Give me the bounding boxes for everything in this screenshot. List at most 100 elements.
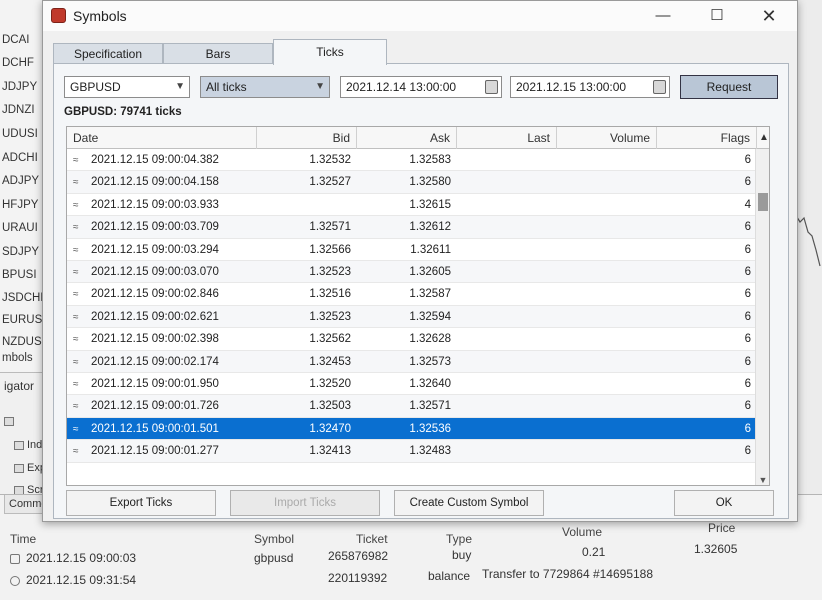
market-watch-item[interactable]: ADJPY	[2, 175, 46, 187]
tick-wave-icon: ≈	[73, 244, 79, 256]
table-row[interactable]: ≈2021.12.15 09:00:02.621 1.32523 1.32594 6	[67, 305, 757, 329]
date-to-input[interactable]: 2021.12.15 13:00:00	[510, 76, 670, 98]
close-icon[interactable]: ✕	[755, 5, 783, 27]
column-header-ask[interactable]: Ask	[357, 127, 457, 149]
calendar-icon[interactable]	[485, 80, 498, 94]
cell-flags: 6	[657, 328, 757, 350]
table-row[interactable]: ≈2021.12.15 09:00:01.501 1.32470 1.32536 6	[67, 417, 757, 441]
market-watch-item[interactable]: JDNZI	[2, 104, 46, 116]
table-row[interactable]: ≈2021.12.15 09:00:01.950 1.32520 1.32640 6	[67, 373, 757, 396]
cell-bid-value: 1.32532	[309, 154, 351, 166]
column-header-ticket[interactable]: Ticket	[356, 532, 388, 546]
column-header-volume[interactable]: Volume	[562, 525, 602, 539]
cell-flags: 6	[657, 149, 757, 171]
market-watch-item[interactable]: EURUSD	[2, 314, 46, 326]
market-watch-item[interactable]: URAUI	[2, 222, 46, 234]
row-time-text: 2021.12.15 09:31:54	[26, 573, 137, 587]
market-watch-item[interactable]: UDUSI	[2, 128, 46, 140]
market-watch-item[interactable]: NZDUSI	[2, 336, 46, 348]
table-row[interactable]: ≈2021.12.15 09:00:02.846 1.32516 1.32587 6	[67, 283, 757, 306]
tick-wave-icon: ≈	[73, 379, 79, 390]
cell-bid-value: 1.32523	[309, 310, 351, 323]
market-watch-item[interactable]: SDJPY	[2, 246, 46, 258]
tick-wave-icon: ≈	[73, 401, 79, 413]
date-from-value: 2021.12.14 13:00:00	[346, 80, 457, 94]
cell-flags: 6	[657, 171, 757, 193]
column-header-time[interactable]: Time	[10, 532, 36, 546]
column-header-last[interactable]: Last	[457, 127, 557, 149]
column-header-symbol[interactable]: Symbol	[254, 532, 294, 546]
cell-flags-value: 6	[744, 288, 751, 301]
cell-ask: 1.32612	[357, 216, 457, 238]
cell-flags: 6	[657, 216, 757, 238]
table-row[interactable]: ≈2021.12.15 09:00:04.158 1.32527 1.32580 6	[67, 171, 757, 194]
row-ticket: 265876982	[328, 549, 389, 563]
cell-flags-value: 6	[744, 176, 751, 189]
row-price: 1.32605	[694, 542, 738, 556]
tick-wave-icon: ≈	[73, 155, 79, 166]
navigator-item-indicators[interactable]: Indi	[14, 439, 45, 451]
import-ticks-button[interactable]: Import Ticks	[230, 490, 380, 516]
cell-flags-value: 6	[744, 445, 751, 458]
table-row[interactable]: ≈2021.12.15 09:00:02.398 1.32562 1.32628 6	[67, 328, 757, 351]
market-watch-tab[interactable]: mbols	[2, 352, 46, 364]
table-row[interactable]: ≈2021.12.15 09:00:03.709 1.32571 1.32612 6	[67, 216, 757, 239]
scroll-up-icon[interactable]: ▲	[757, 127, 769, 149]
cell-date: ≈2021.12.15 09:00:03.933	[67, 194, 257, 216]
column-header-bid[interactable]: Bid	[257, 127, 357, 149]
ticks-count-label: GBPUSD: 79741 ticks	[64, 106, 182, 118]
vertical-scrollbar[interactable]: ▼	[755, 149, 769, 485]
cell-date-value: 2021.12.15 09:00:04.158	[91, 176, 219, 189]
cell-flags: 6	[657, 306, 757, 328]
market-watch-item[interactable]: ADCHI	[2, 152, 46, 164]
cell-bid: 1.32453	[257, 351, 357, 373]
tab-bars[interactable]: Bars	[163, 43, 273, 65]
scroll-down-icon[interactable]: ▼	[757, 475, 769, 485]
cell-ask-value: 1.32580	[409, 176, 451, 189]
calendar-icon[interactable]	[653, 80, 666, 94]
cell-flags-value: 6	[744, 355, 751, 368]
market-watch-item[interactable]: DCAI	[2, 34, 46, 46]
balance-icon	[10, 575, 20, 586]
table-row[interactable]: ≈2021.12.15 09:00:03.070 1.32523 1.32605 6	[67, 261, 757, 284]
table-row[interactable]: ≈2021.12.15 09:00:03.294 1.32566 1.32611 6	[67, 239, 757, 261]
ok-button[interactable]: OK	[674, 490, 774, 516]
navigator-tree-icon[interactable]	[4, 415, 17, 427]
column-header-date[interactable]: Date	[67, 127, 257, 149]
symbol-select[interactable]: GBPUSD ▼	[64, 76, 190, 98]
cell-ask: 1.32605	[357, 261, 457, 283]
tab-ticks[interactable]: Ticks	[273, 39, 387, 65]
market-watch-item[interactable]: HFJPY	[2, 199, 46, 211]
column-header-flags[interactable]: Flags	[657, 127, 757, 149]
column-header-volume[interactable]: Volume	[557, 127, 657, 149]
date-from-input[interactable]: 2021.12.14 13:00:00	[340, 76, 502, 98]
market-watch-item[interactable]: DCHF	[2, 57, 46, 69]
maximize-icon[interactable]: ☐	[703, 5, 731, 27]
tab-specification[interactable]: Specification	[53, 43, 163, 65]
market-watch-item[interactable]: JDJPY	[2, 81, 46, 93]
tick-filter-select[interactable]: All ticks ▼	[200, 76, 330, 98]
table-row[interactable]: ≈2021.12.15 09:00:01.277 1.32413 1.32483 6	[67, 440, 757, 463]
scrollbar-thumb[interactable]	[758, 193, 768, 211]
cell-date: ≈2021.12.15 09:00:02.621	[67, 306, 257, 328]
market-watch-item[interactable]: BPUSI	[2, 269, 46, 281]
table-row[interactable]: ≈2021.12.15 09:00:03.933 1.32615 4	[67, 194, 757, 217]
cell-bid-value: 1.32453	[309, 355, 351, 368]
cell-ask: 1.32628	[357, 328, 457, 350]
column-header-type[interactable]: Type	[446, 532, 472, 546]
cell-date-value: 2021.12.15 09:00:02.846	[91, 288, 219, 301]
cell-ask: 1.32571	[357, 395, 457, 417]
column-header-price[interactable]: Price	[708, 521, 735, 535]
table-row[interactable]: ≈2021.12.15 09:00:04.382 1.32532 1.32583 6	[67, 149, 757, 172]
dialog-titlebar[interactable]: Symbols — ☐ ✕	[43, 1, 797, 31]
export-ticks-button[interactable]: Export Ticks	[66, 490, 216, 516]
minimize-icon[interactable]: —	[649, 5, 677, 27]
request-button[interactable]: Request	[680, 75, 778, 99]
create-custom-symbol-button[interactable]: Create Custom Symbol	[394, 490, 544, 516]
market-watch-item[interactable]: JSDCHF	[2, 292, 46, 304]
cell-flags: 6	[657, 395, 757, 417]
table-row[interactable]: ≈2021.12.15 09:00:01.726 1.32503 1.32571 6	[67, 395, 757, 418]
table-row[interactable]: ≈2021.12.15 09:00:02.174 1.32453 1.32573 6	[67, 350, 757, 373]
cell-date-value: 2021.12.15 09:00:03.709	[91, 221, 219, 234]
cell-ask-value: 1.32605	[409, 266, 451, 278]
